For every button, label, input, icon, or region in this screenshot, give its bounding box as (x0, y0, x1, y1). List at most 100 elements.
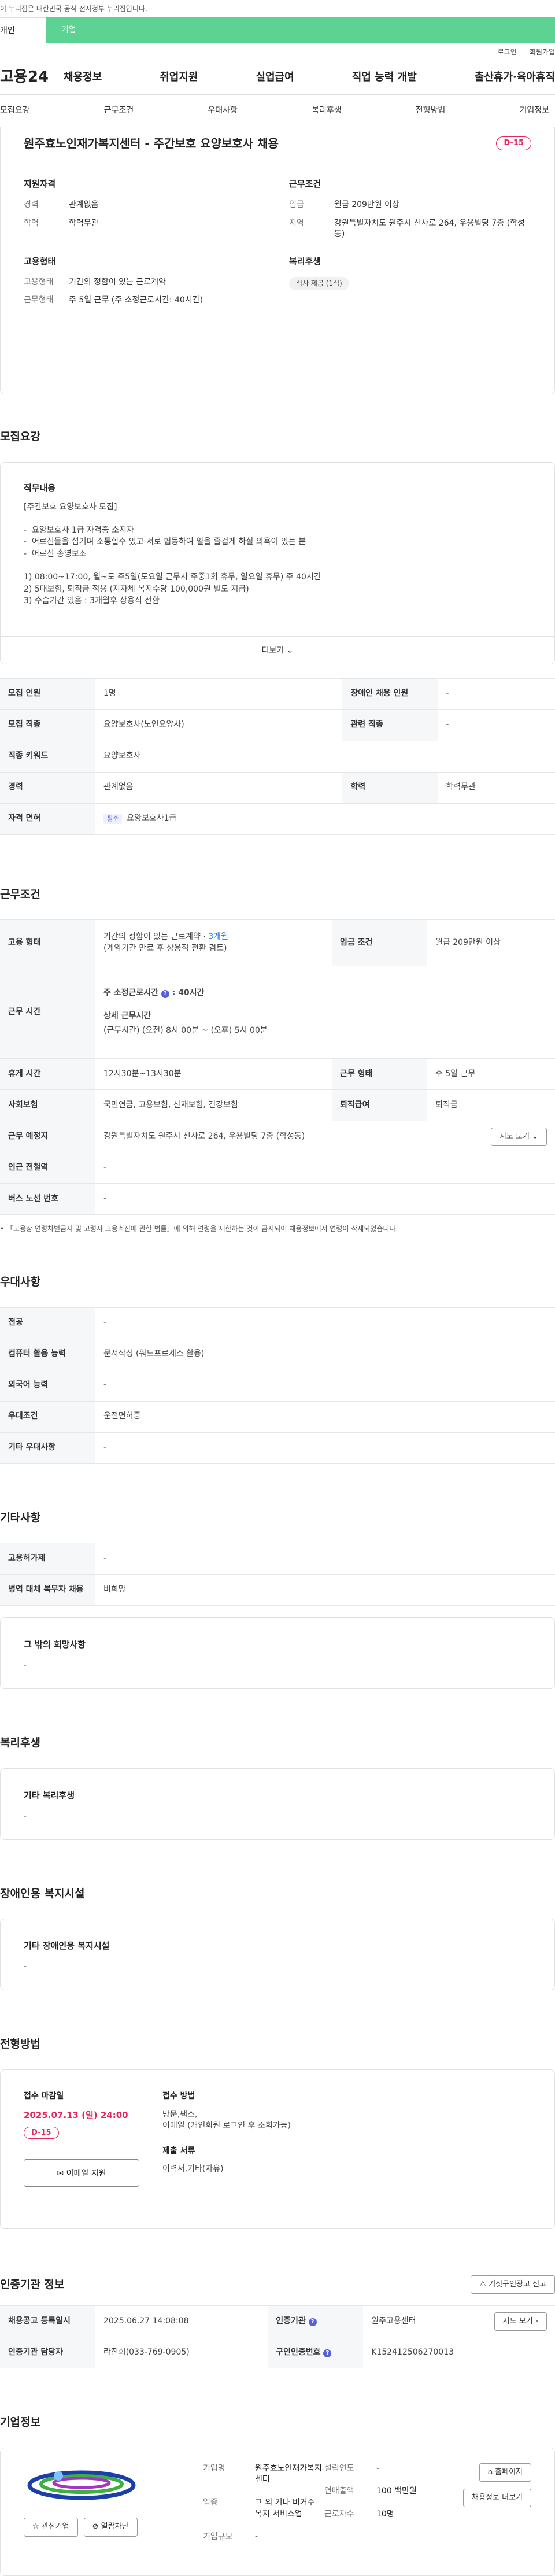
value-cell: 기간의 정함이 있는 근로계약 · 3개월 (계약기간 만료 후 상용직 전환 검… (95, 919, 332, 967)
tab-company[interactable]: 기업 (46, 17, 555, 43)
value: 주 5일 근무 (주 소정근로시간: 40시간) (69, 295, 204, 305)
header-cell: 고용 형태 (0, 919, 95, 967)
nav-employment-support[interactable]: 취업지원 (160, 70, 198, 84)
value-cell: - (95, 1543, 555, 1575)
map-button[interactable]: 지도 보기 ⌄ (490, 1127, 547, 1146)
siren-icon: ⚠ (479, 2279, 487, 2289)
table-row: 고용 형태 기간의 정함이 있는 근로계약 · 3개월 (계약기간 만료 후 상용직… (0, 919, 555, 967)
value: 기간의 정함이 있는 근로계약 (69, 277, 166, 287)
table-row: 채용공고 등록일시 2025.06.27 14:08:08 인증기관 ? 원주고용센터… (0, 2305, 555, 2338)
value-cell: - (438, 678, 555, 710)
agency-map-button[interactable]: 지도 보기 › (494, 2312, 547, 2331)
nav-job-training[interactable]: 직업 능력 개발 (352, 70, 417, 84)
header-cell: 기타 우대사항 (0, 1432, 95, 1464)
label: 기업명 (203, 2463, 225, 2473)
value: 관계없음 (69, 200, 99, 209)
etc-table: 고용허가제 - 병역 대체 복무자 채용 비희망 (0, 1543, 555, 1606)
company-logo (27, 2470, 136, 2500)
dday-badge: D-15 (24, 2126, 59, 2139)
report-fake-ad-button[interactable]: ⚠ 거짓구인광고 신고 (471, 2275, 555, 2294)
label: 연매출액 (324, 2486, 354, 2496)
header-cell: 근무 형태 (332, 1058, 427, 1091)
info-icon[interactable]: ? (161, 990, 169, 999)
preference-table: 전공 - 컴퓨터 활용 능력 문서작성 (워드프로세스 활용) 외국어 능력 - 우대… (0, 1307, 555, 1464)
section-title-agency: 인증기관 정보 (0, 2278, 65, 2291)
anchor-work[interactable]: 근무조건 (104, 105, 134, 117)
detail-hours: (근무시간) (오전) 8시 00분 ~ (오후) 5시 00분 (103, 1026, 268, 1036)
job-summary-card: 원주효노인재가복지센터 - 주간보호 요양보호사 채용 D-15 지원자격 경력… (0, 127, 555, 394)
established: - (376, 2463, 380, 2473)
anchor-preference[interactable]: 우대사항 (208, 105, 238, 117)
more-jobs-button[interactable]: 채용정보 더보기 (463, 2488, 531, 2508)
value-cell: 주 소정근로시간 ? : 40시간상세 근무시간 (근무시간) (오전) 8시 0… (95, 966, 555, 1059)
company-size: - (255, 2532, 258, 2542)
label: 지역 (289, 218, 304, 228)
block-view-button[interactable]: ⊘ 열람차단 (83, 2518, 138, 2537)
table-row: 인증기관 담당자 라진희(033-769-0905) 구인인증번호 ? K152412… (0, 2337, 555, 2369)
section-title-preference: 우대사항 (0, 1275, 40, 1288)
table-row: 모집 직종 요양보호사(노인요양사) 관련 직종 - (0, 709, 555, 741)
table-row: 휴게 시간 12시30분~13시30분 근무 형태 주 5일 근무 (0, 1058, 555, 1091)
label: 업종 (203, 2497, 218, 2507)
value-cell: 강원특별자치도 원주시 천사로 264, 우용빌딩 7층 (학성동) 지도 보기 … (95, 1121, 555, 1153)
apply-method-label: 접수 방법 (162, 2091, 195, 2101)
section-title-disability: 장애인용 복지시설 (0, 1887, 85, 1900)
anchor-method[interactable]: 전형방법 (416, 105, 446, 117)
nav-jobs[interactable]: 채용정보 (64, 70, 102, 84)
welfare-box-title: 기타 복리후생 (24, 1790, 75, 1801)
section-anchor-nav: 모집요강 근무조건 우대사항 복리후생 전형방법 기업정보 (0, 95, 555, 127)
label: 경력 (24, 200, 39, 209)
standard-hours-label: 주 소정근로시간 (103, 988, 159, 998)
tab-individual[interactable]: 개인 (0, 17, 46, 43)
contract-period: 3개월 (208, 932, 228, 942)
value-cell: - (95, 1152, 555, 1184)
value-cell: 비희망 (95, 1574, 555, 1606)
more-button[interactable]: 더보기 ⌄ (1, 635, 554, 664)
site-logo[interactable]: 고용24 (0, 66, 64, 87)
label: 기업규모 (203, 2532, 233, 2542)
star-icon: ☆ (32, 2522, 39, 2531)
info-icon[interactable]: ? (323, 2349, 332, 2357)
header-cell: 관련 직종 (342, 709, 438, 741)
etc-box-title: 그 밖의 희망사항 (24, 1639, 86, 1650)
disability-box-value: - (24, 1962, 27, 1972)
interest-company-button[interactable]: ☆ 관심기업 (24, 2518, 78, 2537)
info-icon[interactable]: ? (308, 2318, 317, 2326)
anchor-welfare[interactable]: 복리후생 (312, 105, 342, 117)
table-row: 외국어 능력 - (0, 1370, 555, 1402)
section-title-etc: 기타사항 (0, 1511, 40, 1524)
header-cell: 직종 키워드 (0, 741, 95, 773)
nav-parental-leave[interactable]: 출산휴가·육아휴직 (475, 70, 555, 84)
table-row: 근무 시간 주 소정근로시간 ? : 40시간상세 근무시간 (근무시간) (오전)… (0, 966, 555, 1059)
label: 설립연도 (324, 2463, 354, 2473)
email-apply-button[interactable]: ✉ 이메일 지원 (24, 2159, 139, 2187)
header-cell: 장애인 채용 인원 (342, 678, 438, 710)
mail-icon: ✉ (57, 2169, 64, 2179)
standard-hours: : 40시간 (172, 988, 205, 998)
main-nav: 고용24 채용정보 취업지원 실업급여 직업 능력 개발 출산휴가·육아휴직 (0, 60, 555, 95)
header-cell: 우대조건 (0, 1401, 95, 1433)
map-label: 지도 보기 (499, 1132, 530, 1141)
homepage-button[interactable]: ⌂ 홈페이지 (479, 2463, 531, 2482)
value-cell: 요양보호사 (95, 741, 555, 773)
required-chip: 필수 (103, 814, 123, 824)
anchor-company[interactable]: 기업정보 (519, 105, 549, 117)
welfare-title: 복리후생 (289, 256, 321, 267)
dday-badge: D-15 (496, 136, 531, 151)
company-info-col1: 기업명 원주효노인재가복지센터 업종 그 외 기타 비거주 복지 서비스업 기업규모… (203, 2463, 324, 2560)
apply-method-2: 이메일 (개인회원 로그인 후 조회가능) (162, 2121, 291, 2131)
header-cell: 근무 시간 (0, 966, 95, 1059)
table-row: 고용허가제 - (0, 1543, 555, 1575)
nav-unemployment-benefit[interactable]: 실업급여 (256, 70, 294, 84)
docs-label: 제출 서류 (162, 2146, 195, 2156)
chevron-down-icon: ⌄ (532, 1132, 538, 1141)
header-cell: 컴퓨터 활용 능력 (0, 1339, 95, 1370)
annual-sales: 100 백만원 (376, 2486, 417, 2496)
anchor-recruit[interactable]: 모집요강 (0, 105, 30, 117)
detail-hours-label: 상세 근무시간 (103, 1011, 151, 1021)
signup-link[interactable]: 회원가입 (530, 47, 555, 60)
agency-label: 인증기관 (276, 2316, 306, 2326)
header-cell: 외국어 능력 (0, 1370, 95, 1402)
login-link[interactable]: 로그인 (498, 47, 517, 60)
table-row: 직종 키워드 요양보호사 (0, 741, 555, 773)
